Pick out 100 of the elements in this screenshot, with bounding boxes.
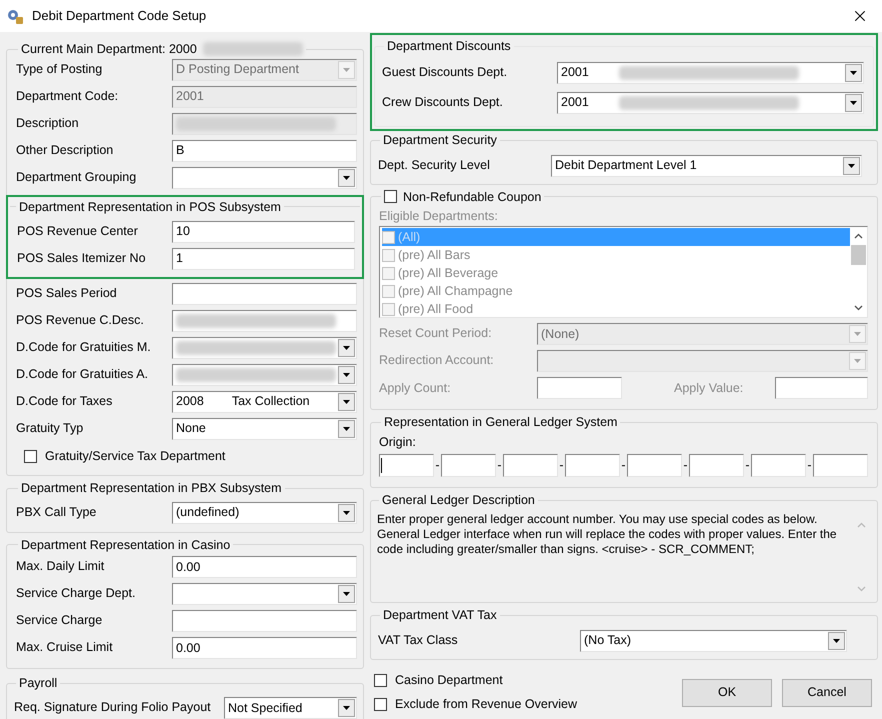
field-label: Redirection Account: bbox=[379, 352, 495, 370]
group-title: Department Representation in PBX Subsystem bbox=[21, 480, 282, 497]
group-title: Department Security bbox=[383, 132, 497, 149]
field-label: Reset Count Period: bbox=[379, 325, 493, 342]
checkbox-label: Non-Refundable Coupon bbox=[403, 188, 542, 206]
separator: - bbox=[558, 456, 565, 474]
dropdown-arrow-icon bbox=[343, 68, 350, 72]
text-field[interactable] bbox=[503, 454, 558, 476]
group-title: Department Representation in Casino bbox=[21, 536, 230, 554]
checkbox[interactable] bbox=[374, 674, 387, 687]
group-title: Department VAT Tax bbox=[383, 606, 497, 624]
field-label: Crew Discounts Dept. bbox=[382, 94, 504, 111]
dropdown-arrow-icon bbox=[343, 400, 350, 404]
window-title: Debit Department Code Setup bbox=[32, 7, 206, 26]
dropdown[interactable]: 2008 Tax Collection bbox=[172, 390, 357, 413]
dropdown[interactable]: 2001 bbox=[557, 62, 864, 84]
text-field[interactable]: 0.00 bbox=[172, 556, 357, 578]
dropdown-arrow-icon bbox=[850, 100, 857, 105]
dropdown[interactable]: Not Specified bbox=[224, 697, 357, 719]
text-field[interactable] bbox=[689, 454, 744, 476]
group-title: General Ledger Description bbox=[382, 492, 535, 509]
field-label: Other Description bbox=[16, 142, 114, 159]
dropdown-button[interactable] bbox=[338, 338, 355, 357]
field-label: Description bbox=[16, 114, 80, 132]
dropdown[interactable]: Debit Department Level 1 bbox=[551, 154, 862, 176]
checkbox-label: Gratuity/Service Tax Department bbox=[45, 448, 226, 466]
field-label: Req. Signature During Folio Payout bbox=[14, 699, 212, 716]
dropdown-button[interactable] bbox=[338, 392, 355, 411]
field-label: PBX Call Type bbox=[16, 504, 98, 521]
field-label: Dept. Security Level bbox=[378, 156, 491, 174]
group-title: Payroll bbox=[19, 675, 58, 692]
dropdown-button[interactable] bbox=[338, 585, 355, 604]
field-label: VAT Tax Class bbox=[378, 632, 459, 648]
dropdown-button[interactable] bbox=[843, 156, 860, 174]
field-label: Service Charge Dept. bbox=[16, 585, 137, 602]
separator: - bbox=[682, 456, 689, 474]
dropdown[interactable] bbox=[172, 364, 357, 386]
dropdown-arrow-icon bbox=[833, 638, 840, 642]
field-label: Apply Value: bbox=[674, 380, 744, 398]
field-label: POS Revenue C.Desc. bbox=[16, 312, 145, 329]
field-label: Department Code: bbox=[16, 88, 120, 105]
cancel-button[interactable]: Cancel bbox=[782, 678, 872, 706]
field-label: POS Sales Itemizer No bbox=[17, 250, 147, 267]
dropdown[interactable]: (No Tax) bbox=[580, 630, 847, 652]
app-icon bbox=[6, 7, 24, 25]
field-label: Eligible Departments: bbox=[379, 208, 499, 226]
dropdown-arrow-icon bbox=[854, 359, 861, 364]
dropdown-button[interactable] bbox=[338, 699, 355, 717]
dropdown[interactable] bbox=[172, 336, 357, 359]
dropdown-button[interactable] bbox=[338, 168, 355, 187]
text-field[interactable] bbox=[379, 454, 434, 476]
dropdown[interactable] bbox=[172, 583, 357, 606]
checkbox-label: Casino Department bbox=[395, 672, 503, 690]
dropdown-button[interactable] bbox=[828, 632, 845, 650]
field-label: Service Charge bbox=[16, 612, 104, 630]
separator: - bbox=[496, 456, 503, 474]
group-title: Current Main Department: 2000 bbox=[21, 41, 197, 58]
dropdown-button[interactable] bbox=[338, 420, 355, 438]
dropdown-arrow-icon bbox=[848, 164, 855, 168]
dropdown-arrow-icon bbox=[850, 70, 857, 75]
field-label: Guest Discounts Dept. bbox=[382, 64, 508, 81]
dropdown-arrow-icon bbox=[854, 332, 861, 336]
text-field[interactable] bbox=[751, 454, 806, 476]
dropdown-button[interactable] bbox=[845, 94, 862, 112]
separator: - bbox=[744, 456, 751, 474]
dropdown[interactable]: None bbox=[172, 418, 357, 440]
dropdown[interactable]: (undefined) bbox=[172, 502, 357, 524]
text-field[interactable]: 1 bbox=[172, 248, 355, 270]
text-field[interactable] bbox=[441, 454, 496, 476]
dropdown[interactable] bbox=[172, 166, 357, 189]
dropdown-arrow-icon bbox=[343, 592, 350, 596]
text-field[interactable] bbox=[172, 610, 357, 632]
field-label: Department Grouping bbox=[16, 168, 138, 186]
text-cursor bbox=[381, 458, 382, 472]
field-label: D.Code for Taxes bbox=[16, 392, 114, 410]
field-label: D.Code for Gratuities A. bbox=[16, 366, 150, 383]
dropdown-arrow-icon bbox=[343, 426, 350, 431]
text-field[interactable] bbox=[627, 454, 682, 476]
description-text: Enter proper general ledger account number. You may use special codes as below. General Ledger interface when run will replace the codes with proper values. Enter the code including greater/smaller than signs. <cruise> - SCR_COMMENT; bbox=[377, 512, 838, 558]
text-field[interactable] bbox=[172, 310, 357, 332]
field-label: Max. Daily Limit bbox=[16, 558, 106, 576]
text-field[interactable] bbox=[172, 282, 357, 305]
field-label: Gratuity Typ bbox=[16, 420, 84, 437]
dropdown-button[interactable] bbox=[338, 366, 355, 384]
field-label: Apply Count: bbox=[379, 380, 452, 398]
dropdown-button[interactable] bbox=[845, 64, 862, 82]
text-field[interactable]: 10 bbox=[172, 220, 355, 243]
checkbox[interactable] bbox=[24, 450, 37, 464]
text-field[interactable]: 0.00 bbox=[172, 637, 357, 660]
dropdown-button[interactable] bbox=[338, 504, 355, 522]
dropdown[interactable]: 2001 bbox=[557, 92, 864, 114]
ok-button[interactable]: OK bbox=[682, 678, 772, 706]
checkbox[interactable] bbox=[374, 698, 387, 711]
dropdown-arrow-icon bbox=[343, 510, 350, 514]
text-field[interactable] bbox=[813, 454, 868, 476]
text-field[interactable]: B bbox=[172, 140, 357, 162]
separator: - bbox=[620, 456, 627, 474]
text-field[interactable] bbox=[565, 454, 620, 476]
dropdown-arrow-icon bbox=[343, 346, 350, 350]
field-label: D.Code for Gratuities M. bbox=[16, 338, 152, 356]
